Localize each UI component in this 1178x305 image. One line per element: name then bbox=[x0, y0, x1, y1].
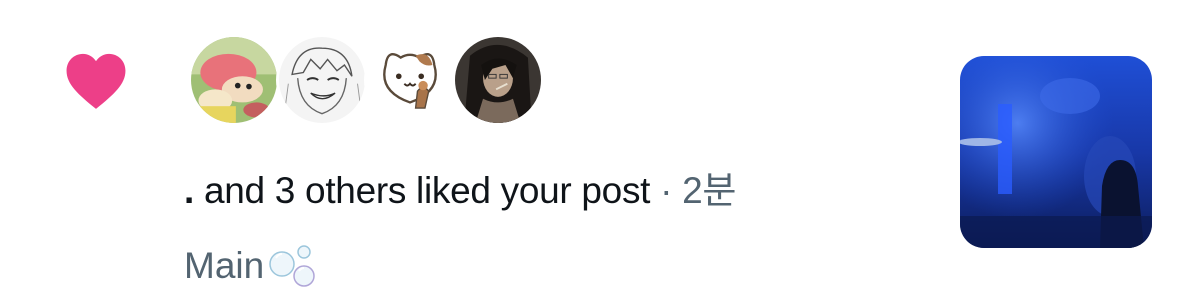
bubbles-icon bbox=[269, 245, 315, 287]
sketch-avatar[interactable] bbox=[276, 34, 368, 126]
timestamp: 2분 bbox=[682, 170, 737, 211]
post-text: Main bbox=[184, 245, 265, 286]
notification-row[interactable]: . and 3 others liked your post · 2분 Main bbox=[0, 0, 1178, 305]
post-preview-text: Main bbox=[184, 238, 324, 294]
post-thumbnail[interactable] bbox=[960, 56, 1152, 248]
anime-avatar[interactable] bbox=[452, 34, 544, 126]
heart-icon bbox=[66, 53, 126, 109]
notification-text: . and 3 others liked your post · 2분 bbox=[184, 160, 736, 214]
cat-avatar[interactable] bbox=[364, 34, 456, 126]
action-text: and 3 others liked your post bbox=[203, 170, 651, 211]
separator-dot: · bbox=[660, 170, 673, 211]
liker-handle[interactable]: . bbox=[184, 170, 194, 211]
cartoon-avatar[interactable] bbox=[188, 34, 280, 126]
